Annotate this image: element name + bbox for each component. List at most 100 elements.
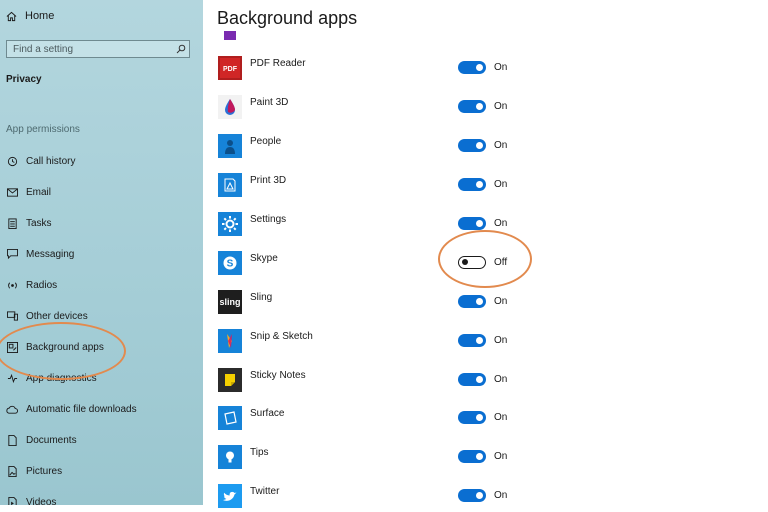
toggle-state: On [494, 490, 508, 501]
settings-toggle[interactable] [458, 217, 486, 230]
tips-toggle[interactable] [458, 450, 486, 463]
snip-sketch-icon [218, 329, 242, 353]
sidebar-item-other-devices[interactable]: Other devices [6, 307, 88, 325]
sidebar-item-tasks[interactable]: Tasks [6, 214, 52, 232]
app-name: Print 3D [250, 175, 287, 186]
pdf-reader-icon: PDF [218, 56, 242, 80]
toggle-state: On [494, 179, 508, 190]
sidebar-item-email[interactable]: Email [6, 183, 51, 201]
app-row-sticky-notes: Sticky Notes On [218, 368, 538, 396]
app-row-skype: S Skype Off [218, 251, 538, 279]
section-title: Privacy [6, 74, 42, 85]
toggle-state: On [494, 412, 508, 423]
toggle-state: On [494, 335, 508, 346]
sidebar-item-app-diagnostics[interactable]: App diagnostics [6, 369, 97, 387]
skype-toggle[interactable] [458, 256, 486, 269]
messaging-icon [6, 248, 18, 260]
skype-icon: S [218, 251, 242, 275]
cloud-icon [6, 403, 18, 415]
app-name: Paint 3D [250, 97, 289, 108]
app-row-print-3d: Print 3D On [218, 173, 538, 201]
pictures-icon [6, 465, 18, 477]
sidebar-item-label: Email [26, 186, 52, 198]
app-name: People [250, 136, 282, 147]
home-label: Home [25, 10, 55, 22]
app-row-twitter: Twitter On [218, 484, 538, 512]
sling-icon: sling [218, 290, 242, 314]
app-row-people: People On [218, 134, 538, 162]
videos-icon [6, 496, 18, 505]
app-name: Skype [250, 253, 278, 264]
app-name: Surface [250, 408, 285, 419]
pdf-reader-toggle[interactable] [458, 61, 486, 74]
sidebar-item-label: App diagnostics [26, 372, 97, 384]
app-name: Sling [250, 292, 273, 303]
sidebar-item-videos[interactable]: Videos [6, 493, 56, 505]
other-devices-icon [6, 310, 18, 322]
sidebar-item-pictures[interactable]: Pictures [6, 462, 62, 480]
sidebar-item-label: Documents [26, 434, 77, 446]
app-row-pdf-reader: PDF PDF Reader On [218, 56, 538, 84]
partial-app-icon [218, 30, 242, 42]
app-row-tips: Tips On [218, 445, 538, 473]
people-toggle[interactable] [458, 139, 486, 152]
tasks-icon [6, 217, 18, 229]
sidebar-item-background-apps[interactable]: Background apps [6, 338, 104, 356]
search-icon[interactable] [173, 44, 189, 54]
app-row-snip-sketch: Snip & Sketch On [218, 329, 538, 357]
toggle-state: On [494, 101, 508, 112]
toggle-state: On [494, 296, 508, 307]
sidebar-item-label: Tasks [26, 217, 52, 229]
sidebar-item-label: Messaging [26, 248, 75, 260]
sidebar-item-label: Other devices [26, 310, 88, 322]
toggle-state: On [494, 218, 508, 229]
home-icon [6, 11, 17, 21]
print-3d-icon [218, 173, 242, 197]
surface-icon [218, 406, 242, 430]
sidebar-item-call-history[interactable]: Call history [6, 152, 75, 170]
app-row-settings: Settings On [218, 212, 538, 240]
svg-text:S: S [227, 259, 234, 270]
sidebar-item-documents[interactable]: Documents [6, 431, 77, 449]
svg-text:PDF: PDF [223, 66, 238, 73]
sidebar-item-radios[interactable]: Radios [6, 276, 57, 294]
paint-3d-toggle[interactable] [458, 100, 486, 113]
sling-toggle[interactable] [458, 295, 486, 308]
twitter-icon [218, 484, 242, 508]
app-row-surface: Surface On [218, 406, 538, 434]
app-name: Snip & Sketch [250, 331, 313, 342]
sidebar-item-label: Background apps [26, 341, 104, 353]
tips-icon [218, 445, 242, 469]
snip-sketch-toggle[interactable] [458, 334, 486, 347]
sidebar-item-label: Videos [26, 496, 57, 506]
people-icon [218, 134, 242, 158]
sidebar: Home Privacy App permissions Call histor… [0, 0, 203, 505]
sidebar-item-messaging[interactable]: Messaging [6, 245, 74, 263]
app-diagnostics-icon [6, 372, 18, 384]
surface-toggle[interactable] [458, 411, 486, 424]
print-3d-toggle[interactable] [458, 178, 486, 191]
sticky-notes-toggle[interactable] [458, 373, 486, 386]
sidebar-item-label: Call history [26, 155, 76, 167]
settings-gear-icon [218, 212, 242, 236]
search-input[interactable] [7, 41, 173, 57]
twitter-toggle[interactable] [458, 489, 486, 502]
background-apps-icon [6, 341, 18, 353]
toggle-state: On [494, 451, 508, 462]
sidebar-item-automatic-file-downloads[interactable]: Automatic file downloads [6, 400, 137, 418]
sidebar-item-label: Pictures [26, 465, 63, 477]
home-link[interactable]: Home [6, 10, 54, 22]
sling-logo-text: sling [219, 297, 241, 307]
app-name: Twitter [250, 486, 280, 497]
search-box[interactable] [6, 40, 190, 58]
app-name: Settings [250, 214, 287, 225]
sidebar-item-label: Automatic file downloads [26, 403, 137, 415]
email-icon [6, 186, 18, 198]
sidebar-item-label: Radios [26, 279, 58, 291]
toggle-state: On [494, 140, 508, 151]
sticky-notes-icon [218, 368, 242, 392]
app-name: Tips [250, 447, 269, 458]
app-row-sling: sling Sling On [218, 290, 538, 318]
paint-3d-icon [218, 95, 242, 119]
call-history-icon [6, 155, 18, 167]
